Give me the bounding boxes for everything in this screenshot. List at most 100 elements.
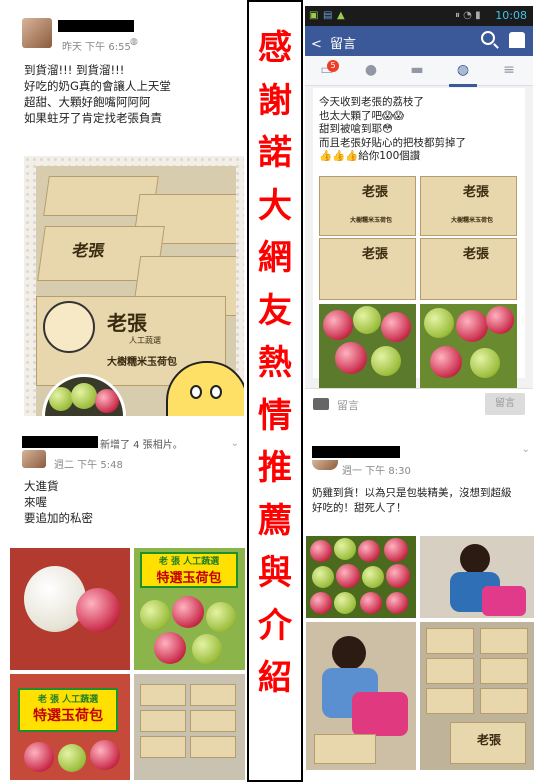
avatar[interactable] [312,460,338,470]
lychee-box-photo[interactable]: 老 張 人工蔬選 特選玉荷包 [10,674,130,780]
pink-basket [352,692,408,736]
redacted-name [312,446,400,458]
peeled-lychee-photo[interactable] [10,548,130,670]
lychee-box: 老張 [450,722,526,764]
box-subtitle: 大樹糯米玉荷包 [451,217,494,224]
avatar[interactable] [22,18,52,48]
lychee-box-photo[interactable]: 老張 大樹糯米玉荷包 [420,176,517,236]
post-photo[interactable]: 老張 老張 人工蔬選 大樹糯米玉荷包 [24,156,244,416]
comment-input[interactable]: 留言 [337,397,359,413]
chevron-down-icon[interactable]: ⌄ [231,438,239,449]
post-body: 到貨溜!!! 到貨溜!!! 好吃的奶G真的會讓人上天堂 超甜、大顆好飽嘴阿阿阿 … [24,62,171,126]
box-brand-label: 老張 [107,311,147,335]
menu-icon[interactable]: ≡ [499,62,519,80]
lychee-fruit [172,596,204,628]
facebook-tabbar: ▭ 5 ● ▬ ◍ ≡ [305,56,533,86]
child-photo[interactable] [306,622,416,770]
globe-icon[interactable]: ◍ [453,62,473,80]
news-feed-icon[interactable]: ▭ 5 [317,60,339,80]
post-line: 奶雞到貨！以為只是包裝精美，沒想到超級 [312,487,512,499]
post-action: 新增了 4 張相片。 [100,440,183,451]
messages-icon[interactable]: ▬ [407,62,427,80]
lychee-photo[interactable] [306,536,416,618]
header-title: 留言 [330,37,357,52]
post-time[interactable]: 昨天 下午 6:55 [62,38,131,53]
lychee-box [190,736,236,758]
friend-requests-icon[interactable] [509,32,525,48]
post-line: 要追加的私密 [24,511,93,525]
post-body: 奶雞到貨！以為只是包裝精美，沒想到超級 好吃的！甜死人了！ [312,486,512,516]
box-brand-label: 老張 [477,733,502,747]
phone-post: 今天收到老張的荔枝了 也太大顆了吧😱😱 甜到被嗆到耶😳 而且老張好貼心的把枝都剪… [313,88,525,388]
post-body: 大進貨 來喔 要追加的私密 [24,478,93,526]
lychee-fruit [470,348,500,378]
box-brand-label: 老張 [362,185,389,200]
notification-badge: 5 [327,60,339,72]
lychee-photo[interactable] [319,304,416,388]
banner-title: 感謝諾大網友熱情推薦與介紹 [258,28,292,698]
lychee-fruit [334,592,356,614]
post-comment-button[interactable]: 留言 [485,393,525,415]
sign-main-label: 特選玉荷包 [33,708,103,724]
search-icon-handle [493,43,499,49]
child-figure [332,636,366,670]
lychee-photo[interactable] [420,304,517,388]
lychee-box [426,658,474,684]
lychee-box [190,710,236,732]
peeled-lychee [24,566,86,632]
active-tab-indicator [449,84,477,87]
post-header: 昨天 下午 6:55 ◍ [22,18,242,54]
lychee-box-photo[interactable]: 老張 [420,238,517,300]
photo-grid: 老張 大樹糯米玉荷包 老張 大樹糯米玉荷包 老張 老張 [319,176,519,388]
post-line: 如果蛀牙了肯定找老張負責 [24,111,162,125]
back-chevron-icon[interactable]: < [311,37,322,52]
android-icon: ▲ [337,10,345,21]
lychee-fruit [49,387,73,411]
post-line: 好吃的奶G真的會讓人上天堂 [24,79,171,93]
box-sign: 老 張 人工蔬選 特選玉荷包 [140,552,238,588]
lychee-fruit [71,383,97,409]
post-time[interactable]: 週二 下午 5:48 [54,456,123,471]
image-icon: ▤ [323,10,333,21]
mascot-face [43,301,95,353]
child-photo[interactable] [420,536,534,618]
post-line: 好吃的！甜死人了！ [312,502,407,514]
stacked-boxes-photo[interactable] [134,674,245,780]
lychee-fruit [206,602,236,632]
lychee-fruit [154,632,186,664]
back-button[interactable]: < 留言 [311,33,356,52]
stacked-boxes-photo[interactable]: 老張 [420,622,534,770]
app-icon: ▣ [309,10,319,21]
lychee-box-photo[interactable]: 老 張 人工蔬選 特選玉荷包 [134,548,245,670]
lychee-fruit [336,564,360,588]
lychee-box [426,688,474,714]
post-line: 甜到被嗆到耶😳 [319,123,393,135]
lychee-fruit [424,308,454,338]
lychee-fruit [310,592,332,614]
post-line: 今天收到老張的荔枝了 [319,96,424,108]
post-line: 而且老張好貼心的把枝都剪掉了 [319,136,466,149]
lychee-box [480,628,528,654]
redacted-name [58,20,134,32]
lychee-fruit [353,306,381,334]
post-line: 也太大顆了吧😱😱 [319,109,404,122]
title-banner: 感謝諾大網友熱情推薦與介紹 [247,0,303,782]
lychee-box [314,734,376,764]
lychee-box-photo[interactable]: 老張 大樹糯米玉荷包 [319,176,416,236]
lychee-fruit [360,592,382,614]
globe-icon: ◍ [130,37,138,47]
comment-bar: 留言 留言 [305,388,533,418]
lychee-box-photo[interactable]: 老張 [319,238,416,300]
lychee-box [140,736,186,758]
child-figure [460,544,490,574]
box-subtitle: 大樹糯米玉荷包 [350,217,393,224]
camera-icon[interactable] [313,398,329,410]
post-card-1: 昨天 下午 6:55 ◍ 到貨溜!!! 到貨溜!!! 好吃的奶G真的會讓人上天堂… [14,6,244,416]
lychee-fruit [456,310,488,342]
facebook-header: < 留言 [305,26,533,56]
post-time[interactable]: 週一 下午 8:30 [342,462,411,477]
lychee-fruit [76,588,120,632]
chevron-down-icon[interactable]: ⌄ [522,444,530,455]
friends-icon[interactable]: ● [361,62,381,80]
avatar[interactable] [22,450,46,468]
